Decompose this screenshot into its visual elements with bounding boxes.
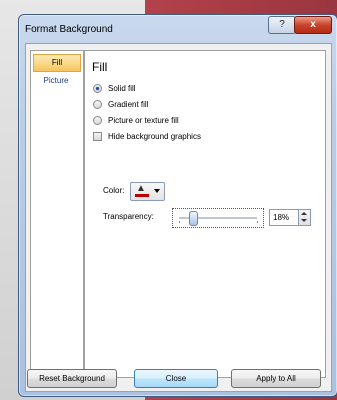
nav-item-fill[interactable]: Fill	[33, 54, 81, 72]
spin-up-icon[interactable]	[301, 212, 307, 215]
category-list: Fill Picture	[30, 50, 84, 378]
color-label: Color:	[103, 186, 125, 195]
picture-fill-radio[interactable]	[93, 116, 102, 125]
slider-tick	[179, 221, 180, 223]
fill-pane: Fill Solid fill Gradient fill Picture or…	[84, 50, 326, 378]
color-swatch	[135, 194, 149, 197]
picture-fill-label: Picture or texture fill	[108, 116, 179, 125]
title-bar[interactable]: Format Background ? x	[19, 15, 337, 43]
paint-bucket-icon: ▲	[136, 183, 146, 194]
format-background-dialog: Format Background ? x Fill Picture Fill …	[18, 14, 337, 397]
solid-fill-label: Solid fill	[108, 84, 136, 93]
gradient-fill-label: Gradient fill	[108, 100, 149, 109]
dialog-body: Fill Picture Fill Solid fill Gradient fi…	[25, 43, 332, 392]
close-window-button[interactable]: x	[294, 16, 332, 34]
dialog-title: Format Background	[25, 24, 113, 35]
transparency-slider[interactable]	[172, 208, 264, 228]
transparency-spinner[interactable]	[298, 209, 311, 226]
slider-thumb[interactable]	[189, 211, 198, 226]
spin-down-icon[interactable]	[301, 219, 307, 222]
close-button[interactable]: Close	[134, 369, 218, 388]
gradient-fill-radio[interactable]	[93, 100, 102, 109]
hide-graphics-checkbox[interactable]	[93, 132, 102, 141]
chevron-down-icon	[154, 189, 160, 193]
nav-item-picture[interactable]: Picture	[33, 73, 79, 89]
pane-heading: Fill	[92, 60, 108, 74]
apply-to-all-button[interactable]: Apply to All	[231, 369, 321, 388]
help-button[interactable]: ?	[268, 16, 296, 34]
color-picker-button[interactable]: ▲	[130, 182, 165, 201]
slider-tick	[257, 221, 258, 223]
reset-background-button[interactable]: Reset Background	[27, 369, 117, 388]
transparency-label: Transparency:	[103, 212, 154, 221]
hide-graphics-label: Hide background graphics	[108, 132, 201, 141]
solid-fill-radio[interactable]	[93, 84, 102, 93]
transparency-input[interactable]: 18%	[269, 209, 299, 226]
